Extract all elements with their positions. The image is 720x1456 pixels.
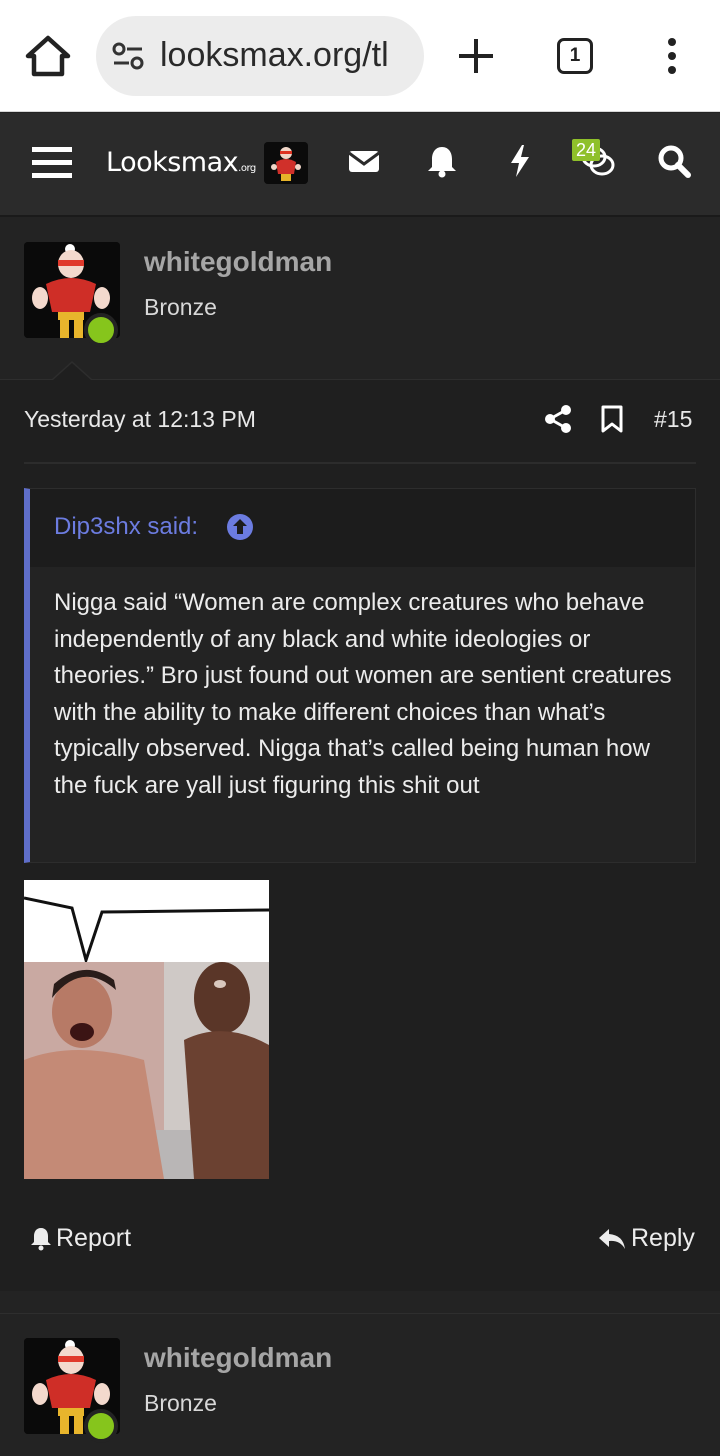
url-text: looksmax.org/tl (160, 36, 389, 74)
new-tab-icon[interactable] (456, 36, 496, 76)
arrow-up-circle-icon[interactable] (226, 513, 254, 541)
avatar-figure-icon (264, 142, 308, 184)
whats-new-icon[interactable] (502, 143, 538, 179)
account-avatar[interactable] (264, 142, 308, 184)
author-name[interactable]: whitegoldman (144, 246, 332, 278)
report-label: Report (56, 1224, 132, 1252)
browser-toolbar: looksmax.org/tl 1 (0, 0, 720, 112)
more-menu-icon[interactable] (660, 36, 684, 76)
reply-button[interactable]: Reply (598, 1224, 695, 1253)
quote-block: Dip3shx said: Nigga said “Women are comp… (24, 488, 696, 863)
menu-icon[interactable] (32, 145, 72, 181)
address-bar[interactable]: looksmax.org/tl (96, 16, 424, 96)
bookmark-icon[interactable] (598, 404, 626, 434)
report-link[interactable]: Report (30, 1224, 131, 1253)
bell-icon (31, 1228, 51, 1251)
post-number[interactable]: #15 (654, 406, 692, 433)
logo-text: Looksmax (106, 147, 239, 178)
post-separator (0, 1291, 720, 1313)
author-rank: Bronze (144, 294, 217, 320)
reply-label: Reply (631, 1224, 695, 1252)
bell-icon[interactable] (424, 143, 460, 179)
reply-arrow-icon (599, 1229, 625, 1249)
online-indicator (84, 1409, 118, 1443)
post-image[interactable] (24, 880, 269, 1179)
meta-divider (24, 462, 696, 464)
post-pointer-inner (53, 363, 91, 380)
meme-image-icon (24, 880, 269, 1179)
site-logo[interactable]: Looksmax.org (106, 147, 256, 178)
tab-switcher-button[interactable]: 1 (557, 38, 593, 74)
quote-header: Dip3shx said: (30, 489, 695, 567)
site-settings-icon[interactable] (112, 42, 144, 70)
share-icon[interactable] (544, 404, 572, 434)
logo-tld: .org (238, 163, 256, 174)
site-header: Looksmax.org 24 (0, 113, 720, 217)
post-timestamp[interactable]: Yesterday at 12:13 PM (24, 406, 256, 433)
search-icon[interactable] (656, 143, 692, 179)
next-author-rank: Bronze (144, 1390, 217, 1416)
online-indicator (84, 313, 118, 347)
inbox-icon[interactable] (346, 143, 382, 179)
quote-text: Nigga said “Women are complex creatures … (54, 589, 672, 799)
next-author-name[interactable]: whitegoldman (144, 1342, 332, 1374)
home-icon[interactable] (24, 34, 72, 78)
conversations-badge: 24 (572, 139, 601, 161)
quote-attribution[interactable]: Dip3shx said: (54, 513, 198, 541)
